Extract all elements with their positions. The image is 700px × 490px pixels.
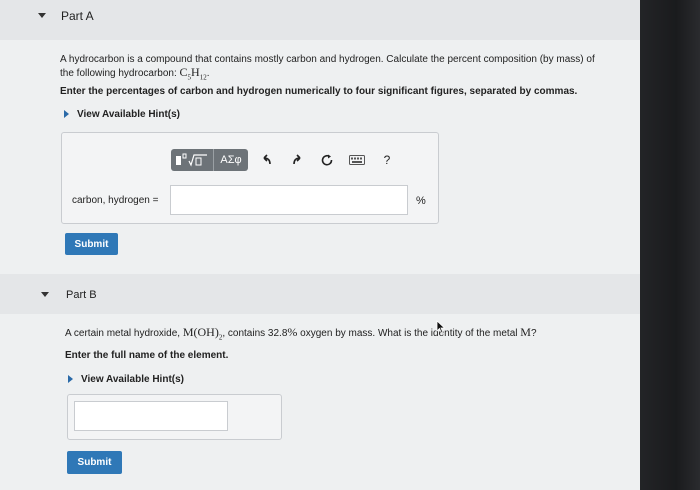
prompt-post: oxygen by mass. What is the identity of … [300, 328, 518, 339]
collapse-caret-icon[interactable] [41, 292, 49, 297]
prompt-line-1: A hydrocarbon is a compound that contain… [60, 54, 595, 65]
field-label: carbon, hydrogen = [72, 195, 159, 206]
percent-unit: % [416, 195, 426, 207]
undo-icon[interactable] [256, 149, 278, 171]
prompt-end: ? [530, 328, 537, 339]
prompt-pre: A certain metal hydroxide, [65, 328, 181, 339]
part-a-submit-button[interactable]: Submit [65, 233, 118, 255]
carbon-hydrogen-input[interactable] [170, 185, 408, 215]
formula-h-sub: 12 [199, 73, 207, 82]
part-b-header[interactable]: Part B [0, 274, 640, 314]
part-a-header[interactable]: Part A [0, 0, 640, 40]
keyboard-icon[interactable] [346, 149, 368, 171]
templates-button[interactable] [171, 149, 213, 171]
formula-c5h12: C5H12 [179, 65, 207, 82]
assignment-page: Part A A hydrocarbon is a compound that … [0, 0, 640, 490]
part-b-title: Part B [66, 289, 97, 301]
collapse-caret-icon[interactable] [38, 13, 46, 18]
templates-icon [176, 153, 207, 167]
part-b-submit-button[interactable]: Submit [67, 451, 122, 474]
toolbar-button-group: ΑΣφ [171, 149, 248, 171]
part-a-answer-box: ΑΣφ ? carbon, hydrogen = % [61, 132, 439, 224]
help-button[interactable]: ? [376, 149, 398, 171]
formula-period: . [206, 68, 210, 79]
mouse-cursor-icon [436, 320, 446, 334]
formula-c: C [179, 65, 188, 79]
formula-m-oh: M(OH) [182, 325, 219, 339]
element-name-input[interactable] [74, 401, 228, 431]
reset-icon[interactable] [316, 149, 338, 171]
hint-label: View Available Hint(s) [81, 374, 184, 385]
symbols-button[interactable]: ΑΣφ [214, 149, 248, 171]
part-a-hint-toggle[interactable]: View Available Hint(s) [64, 109, 180, 120]
part-b-answer-box [67, 394, 282, 440]
part-b-instruction: Enter the full name of the element. [65, 350, 229, 361]
part-b-hint-toggle[interactable]: View Available Hint(s) [68, 374, 184, 385]
metal-symbol: M [520, 325, 531, 339]
formula-m-oh-2: M(OH)2 [182, 325, 223, 341]
formula-h: H [191, 65, 200, 79]
expand-arrow-icon [68, 375, 73, 384]
redo-icon[interactable] [286, 149, 308, 171]
math-toolbar: ΑΣφ ? [171, 149, 398, 171]
part-b-prompt: A certain metal hydroxide, M(OH)2, conta… [65, 326, 625, 343]
monitor-bezel [640, 0, 700, 490]
part-a-title: Part A [61, 9, 94, 23]
part-a-instruction: Enter the percentages of carbon and hydr… [60, 86, 578, 97]
prompt-line-2: the following hydrocarbon: [60, 68, 177, 79]
prompt-mid: , contains 32.8 [222, 328, 288, 339]
part-a-prompt: A hydrocarbon is a compound that contain… [60, 54, 620, 83]
expand-arrow-icon [64, 110, 69, 119]
hint-label: View Available Hint(s) [77, 109, 180, 120]
percent-sign: % [287, 325, 298, 339]
